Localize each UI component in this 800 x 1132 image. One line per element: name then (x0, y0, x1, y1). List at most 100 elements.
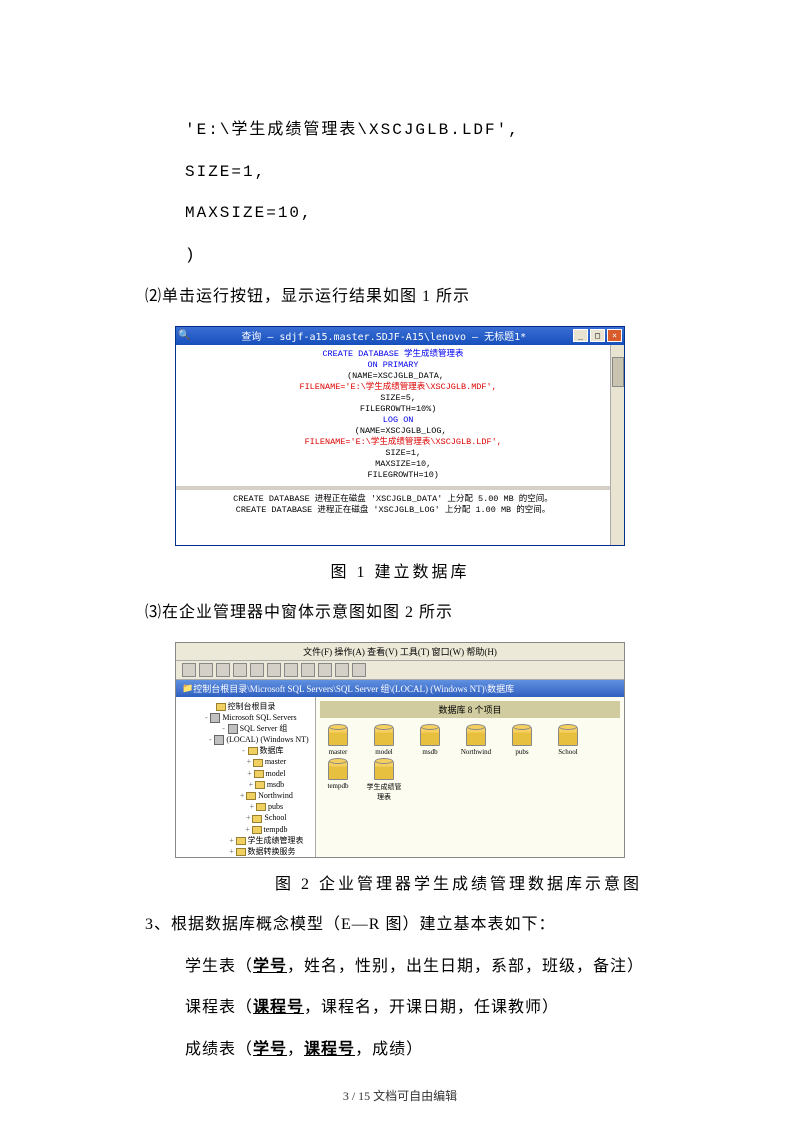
tree-root: 控制台根目录 (178, 701, 313, 712)
res-1: CREATE DATABASE 进程正在磁盘 'XSCJGLB_DATA' 上分… (233, 494, 553, 504)
maximize-icon[interactable]: □ (590, 329, 605, 342)
code-line-1: 'E:\学生成绩管理表\XSCJGLB.LDF', (185, 110, 655, 152)
page-footer: 3 / 15 文档可自由编辑 (0, 1087, 800, 1104)
tree-db: +School (178, 812, 313, 823)
pk-kechenghao: 课程号 (253, 999, 304, 1016)
fig1-title-text: 查询 — sdjf-a15.master.SDJF-A15\lenovo — 无… (190, 328, 573, 343)
tb-copy-icon[interactable] (250, 663, 264, 677)
sql-5: SIZE=5, (370, 393, 416, 403)
sql-11: MAXSIZE=10, (355, 459, 432, 469)
document-page: 'E:\学生成绩管理表\XSCJGLB.LDF', SIZE=1, MAXSIZ… (0, 0, 800, 1110)
sql-9: FILENAME='E:\学生成绩管理表\XSCJGLB.LDF', (284, 437, 502, 447)
fig1-sql-pane[interactable]: CREATE DATABASE 学生成绩管理表 ON PRIMARY (NAME… (176, 345, 610, 490)
sql-12: FILEGROWTH=10) (347, 470, 439, 480)
tb-up-icon[interactable] (216, 663, 230, 677)
database-icon (466, 726, 486, 746)
tree-db: +pubs (178, 801, 313, 812)
fig2-path-text: 控制台根目录\Microsoft SQL Servers\SQL Server … (193, 682, 514, 695)
caption-1: 图 1 建立数据库 (145, 554, 655, 592)
minimize-icon[interactable]: _ (573, 329, 588, 342)
figure-2-wrap: 文件(F) 操作(A) 查看(V) 工具(T) 窗口(W) 帮助(H) 📁 控制… (145, 642, 655, 858)
paragraph-2: ⑵单击运行按钮，显示运行结果如图 1 所示 (145, 276, 655, 318)
database-icon (328, 726, 348, 746)
pk-xuehao: 学号 (253, 958, 287, 975)
tree-db: +msdb (178, 779, 313, 790)
close-icon[interactable]: × (607, 329, 622, 342)
tree-db: +master (178, 756, 313, 767)
sql-8: (NAME=XSCJGLB_LOG, (339, 426, 446, 436)
tb-back-icon[interactable] (182, 663, 196, 677)
fig1-titlebar[interactable]: 🔍 查询 — sdjf-a15.master.SDJF-A15\lenovo —… (176, 327, 624, 345)
fig2-tree[interactable]: 控制台根目录 -Microsoft SQL Servers -SQL Serve… (176, 697, 316, 857)
fig2-toolbar[interactable] (176, 661, 624, 680)
tb-cut-icon[interactable] (233, 663, 247, 677)
database-icon (558, 726, 578, 746)
tb-fwd-icon[interactable] (199, 663, 213, 677)
sql-1: CREATE DATABASE 学生成绩管理表 (322, 349, 463, 359)
paragraph-4: 3、根据数据库概念模型（E—R 图）建立基本表如下： (145, 904, 655, 946)
db-item[interactable]: master (320, 726, 356, 756)
figure-1-window: 🔍 查询 — sdjf-a15.master.SDJF-A15\lenovo —… (175, 326, 625, 546)
fig2-main[interactable]: 数据库 8 个项目 master model msdb Northwind pu… (316, 697, 624, 857)
db-icon (255, 781, 265, 789)
tree-dts: +数据转换服务 (178, 846, 313, 857)
res-2: CREATE DATABASE 进程正在磁盘 'XSCJGLB_LOG' 上分配… (236, 505, 551, 515)
fig1-result-pane[interactable]: CREATE DATABASE 进程正在磁盘 'XSCJGLB_DATA' 上分… (176, 490, 610, 545)
tree-db: +tempdb (178, 824, 313, 835)
group-icon (228, 724, 238, 734)
code-line-4: ) (185, 235, 655, 277)
sql-6: FILEGROWTH=10%) (350, 404, 437, 414)
pk-xuehao-2: 学号 (253, 1041, 287, 1058)
fig2-menubar[interactable]: 文件(F) 操作(A) 查看(V) 工具(T) 窗口(W) 帮助(H) (176, 643, 624, 661)
db-item[interactable]: School (550, 726, 586, 756)
caption-2: 图 2 企业管理器学生成绩管理数据库示意图 (275, 866, 655, 904)
tree-local: -(LOCAL) (Windows NT) (178, 734, 313, 745)
tb-refresh-icon[interactable] (301, 663, 315, 677)
sql-10: SIZE=1, (365, 448, 421, 458)
db-item[interactable]: Northwind (458, 726, 494, 756)
sql-4: FILENAME='E:\学生成绩管理表\XSCJGLB.MDF', (289, 382, 496, 392)
host-icon (214, 735, 224, 745)
db-icon (246, 792, 256, 800)
tb-run-icon[interactable] (318, 663, 332, 677)
db-item[interactable]: model (366, 726, 402, 756)
paragraph-3: ⑶在企业管理器中窗体示意图如图 2 所示 (145, 592, 655, 634)
db-icon (236, 837, 246, 845)
tb-stop-icon[interactable] (335, 663, 349, 677)
figure-1-wrap: 🔍 查询 — sdjf-a15.master.SDJF-A15\lenovo —… (145, 326, 655, 546)
fig2-main-header: 数据库 8 个项目 (320, 701, 620, 718)
student-table-def: 学生表（学号，姓名，性别，出生日期，系部，班级，备注） (185, 946, 655, 988)
db-icon (252, 815, 262, 823)
tb-prop-icon[interactable] (284, 663, 298, 677)
tb-delete-icon[interactable] (267, 663, 281, 677)
tree-db: +学生成绩管理表 (178, 835, 313, 846)
tree-sqlservers: -Microsoft SQL Servers (178, 712, 313, 723)
tb-help-icon[interactable] (352, 663, 366, 677)
tree-group: -SQL Server 组 (178, 723, 313, 734)
sql-3: (NAME=XSCJGLB_DATA, (342, 371, 444, 381)
sql-7: LOG ON (373, 415, 414, 425)
code-line-2: SIZE=1, (185, 152, 655, 194)
console-icon: 📁 (182, 683, 193, 694)
tree-db: +model (178, 768, 313, 779)
folder-icon (248, 747, 258, 755)
database-icon (374, 726, 394, 746)
code-line-3: MAXSIZE=10, (185, 193, 655, 235)
db-item[interactable]: msdb (412, 726, 448, 756)
db-item[interactable]: pubs (504, 726, 540, 756)
scroll-thumb[interactable] (612, 357, 624, 387)
tree-databases: -数据库 (178, 745, 313, 756)
scrollbar-v[interactable] (610, 345, 624, 545)
db-item[interactable]: 学生成绩管理表 (366, 760, 402, 802)
query-icon: 🔍 (178, 330, 190, 341)
pk-kechenghao-2: 课程号 (304, 1041, 355, 1058)
server-icon (210, 713, 220, 723)
db-item[interactable]: tempdb (320, 760, 356, 802)
sql-2: ON PRIMARY (367, 360, 418, 370)
folder-icon (236, 848, 246, 856)
db-icon (253, 759, 263, 767)
figure-2-window: 文件(F) 操作(A) 查看(V) 工具(T) 窗口(W) 帮助(H) 📁 控制… (175, 642, 625, 858)
db-icon (252, 826, 262, 834)
db-icon (254, 770, 264, 778)
db-icon (256, 803, 266, 811)
